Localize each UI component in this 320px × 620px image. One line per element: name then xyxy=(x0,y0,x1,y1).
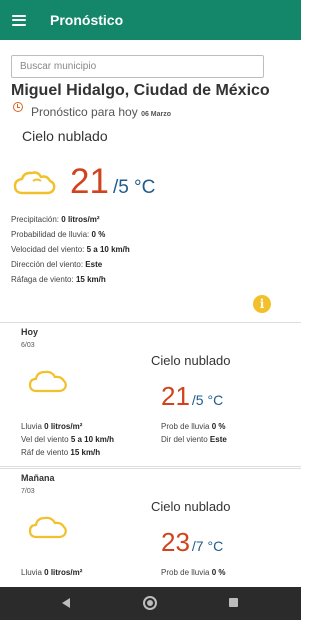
back-icon[interactable] xyxy=(62,598,70,608)
detail-value: Este xyxy=(85,260,103,269)
detail-label: Lluvia xyxy=(21,568,42,577)
card-temperature: 23/7 °C xyxy=(161,527,223,558)
card-details-left: Lluvia 0 litros/m² Vel del viento 5 a 10… xyxy=(21,420,114,459)
card-temp-max: 21 xyxy=(161,381,190,411)
detail-row: Velocidad del viento: 5 a 10 km/h xyxy=(11,242,130,257)
today-condition: Cielo nublado xyxy=(22,128,108,144)
card-temp-max: 23 xyxy=(161,527,190,557)
card-condition: Cielo nublado xyxy=(151,353,231,368)
search-input[interactable] xyxy=(11,55,264,78)
detail-value: 5 a 10 km/h xyxy=(70,435,114,444)
card-details-left: Lluvia 0 litros/m² xyxy=(21,566,82,579)
card-details-right: Prob de lluvia 0 % Dir del viento Este xyxy=(161,420,227,446)
detail-row: Probabilidad de lluvia: 0 % xyxy=(11,227,130,242)
day-card-today[interactable]: Hoy 6/03 Cielo nublado 21/5 °C Lluvia 0 … xyxy=(0,322,301,467)
detail-row: Ráf de viento 15 km/h xyxy=(21,446,114,459)
card-date: 7/03 xyxy=(21,488,35,495)
detail-label: Precipitación: xyxy=(11,215,60,224)
forecast-date: 06 Marzo xyxy=(141,111,172,118)
detail-label: Dir del viento xyxy=(161,435,208,444)
detail-label: Velocidad del viento: xyxy=(11,245,85,254)
today-temp-max: 21 xyxy=(70,162,109,201)
detail-row: Lluvia 0 litros/m² xyxy=(21,420,114,433)
card-temp-min: /7 °C xyxy=(191,538,224,554)
info-icon[interactable]: i xyxy=(253,295,271,313)
menu-icon[interactable] xyxy=(12,14,26,26)
detail-row: Ráfaga de viento: 15 km/h xyxy=(11,272,130,287)
card-details-right: Prob de lluvia 0 % xyxy=(161,566,226,579)
detail-label: Prob de lluvia xyxy=(161,422,210,431)
detail-value: 15 km/h xyxy=(75,275,106,284)
detail-label: Prob de lluvia xyxy=(161,568,210,577)
location-title: Miguel Hidalgo, Ciudad de México xyxy=(11,82,270,99)
card-temp-min: /5 °C xyxy=(191,392,224,408)
detail-row: Vel del viento 5 a 10 km/h xyxy=(21,433,114,446)
detail-value: 15 km/h xyxy=(70,448,101,457)
forecast-label: Pronóstico para hoy xyxy=(31,105,138,119)
cloud-icon xyxy=(28,367,68,400)
card-temperature: 21/5 °C xyxy=(161,381,223,412)
cloud-icon xyxy=(28,513,68,546)
detail-value: 5 a 10 km/h xyxy=(86,245,130,254)
detail-value: Este xyxy=(209,435,227,444)
detail-value: 0 litros/m² xyxy=(44,422,83,431)
today-temp-min: /5 °C xyxy=(112,177,156,198)
detail-label: Probabilidad de lluvia: xyxy=(11,230,90,239)
clock-icon xyxy=(13,102,23,112)
today-temperature: 21/5 °C xyxy=(70,162,155,202)
today-details: Precipitación: 0 litros/m² Probabilidad … xyxy=(11,212,130,287)
detail-value: 0 % xyxy=(211,422,226,431)
detail-label: Ráfaga de viento: xyxy=(11,275,74,284)
detail-row: Dirección del viento: Este xyxy=(11,257,130,272)
app-bar: Pronóstico xyxy=(0,0,301,40)
forecast-header: Pronóstico para hoy 06 Marzo xyxy=(31,105,171,119)
detail-row: Prob de lluvia 0 % xyxy=(161,566,226,579)
card-date: 6/03 xyxy=(21,342,35,349)
detail-label: Vel del viento xyxy=(21,435,69,444)
card-day: Hoy xyxy=(21,327,39,337)
detail-row: Lluvia 0 litros/m² xyxy=(21,566,82,579)
detail-value: 0 litros/m² xyxy=(61,215,100,224)
card-day: Mañana xyxy=(21,473,55,483)
detail-row: Dir del viento Este xyxy=(161,433,227,446)
detail-label: Lluvia xyxy=(21,422,42,431)
recent-apps-icon[interactable] xyxy=(229,598,238,607)
card-condition: Cielo nublado xyxy=(151,499,231,514)
cloud-icon xyxy=(13,169,57,202)
detail-row: Prob de lluvia 0 % xyxy=(161,420,227,433)
app-title: Pronóstico xyxy=(50,12,124,28)
system-nav-bar xyxy=(0,587,301,620)
detail-label: Ráf de viento xyxy=(21,448,69,457)
detail-value: 0 litros/m² xyxy=(44,568,83,577)
detail-label: Dirección del viento: xyxy=(11,260,84,269)
home-icon[interactable] xyxy=(143,596,157,610)
detail-value: 0 % xyxy=(211,568,226,577)
detail-row: Precipitación: 0 litros/m² xyxy=(11,212,130,227)
detail-value: 0 % xyxy=(91,230,106,239)
